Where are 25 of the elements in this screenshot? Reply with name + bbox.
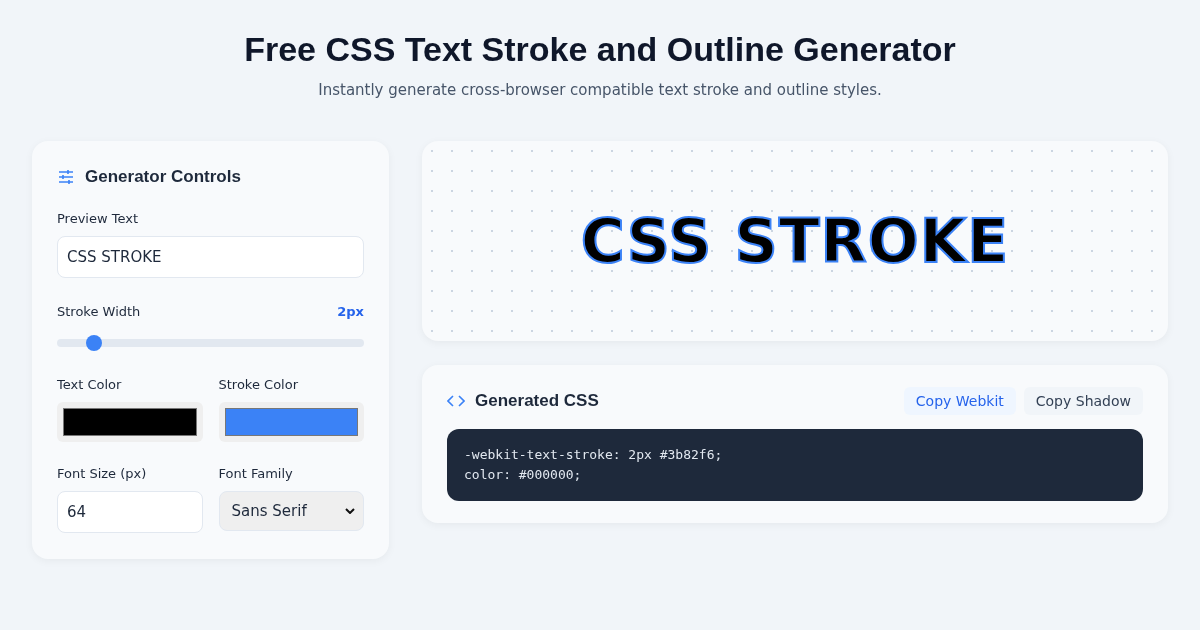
page-title: Free CSS Text Stroke and Outline Generator — [243, 30, 957, 69]
field-label: Stroke Color — [218, 377, 299, 392]
page-subtitle: Instantly generate cross-browser compatible text stroke and outline styles. — [317, 81, 883, 99]
chevron-icon — [345, 508, 355, 514]
field-label: Preview Text — [57, 211, 140, 226]
preview-text-field[interactable]: CSS STROKE — [57, 236, 364, 278]
panel-title: Generator Controls — [85, 167, 241, 187]
slider-thumb[interactable] — [85, 335, 102, 351]
copy-button[interactable]: Copy Webkit — [903, 387, 1016, 415]
code-icon — [447, 394, 465, 408]
stroke-width-value: 2px — [337, 304, 364, 319]
code-line: -webkit-text-stroke: 2px #3b82f6; — [464, 446, 724, 464]
copy-button[interactable]: Copy Shadow — [1023, 387, 1143, 415]
field-label: Font Size (px) — [57, 466, 148, 481]
color-picker[interactable] — [57, 402, 203, 442]
field-label: Font Family — [218, 466, 294, 481]
code-line: color: #000000; — [464, 466, 583, 484]
color-picker[interactable] — [218, 402, 364, 442]
sliders-icon — [57, 168, 75, 186]
preview-text: CSS STROKE — [580, 206, 1010, 276]
font-family-dropdown[interactable]: Sans Serif — [218, 491, 364, 531]
panel-title: Generated CSS — [475, 391, 599, 411]
field-label: Stroke Width — [57, 304, 141, 319]
field-label: Text Color — [57, 377, 123, 392]
font-size-field[interactable]: 64 — [57, 491, 203, 533]
